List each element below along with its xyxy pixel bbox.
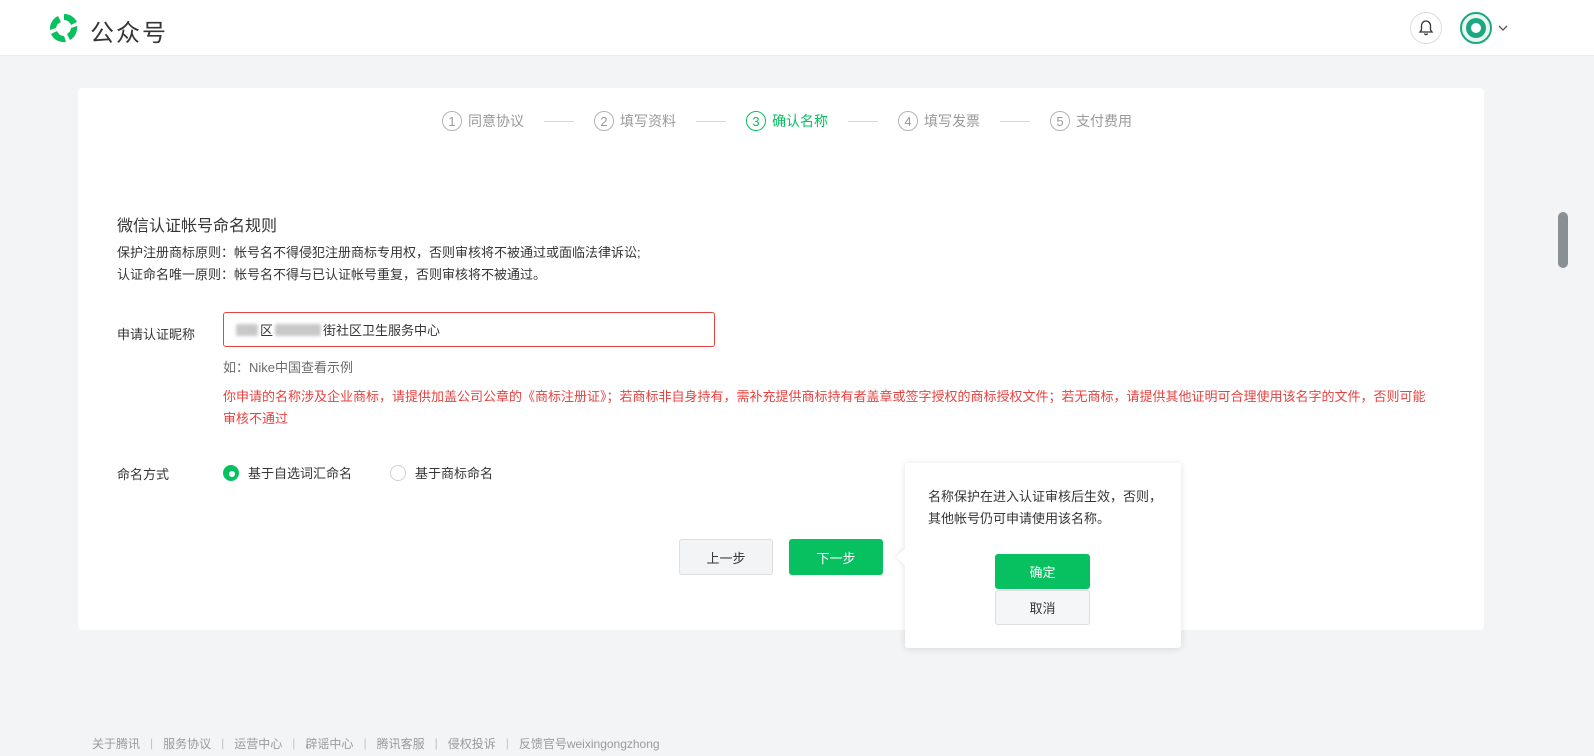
footer-separator: | [434,736,438,750]
naming-rule-trademark: 保护注册商标原则：帐号名不得侵犯注册商标专用权，否则审核将不被通过或面临法律诉讼… [117,245,641,260]
step-divider [1000,120,1030,122]
footer-link-feedback[interactable]: 反馈官号weixingongzhong [519,735,660,752]
step-confirm-name: 3 确认名称 [746,111,828,131]
step-label: 填写发票 [924,113,980,129]
step-number: 3 [746,111,766,131]
step-label: 支付费用 [1076,113,1132,129]
step-label: 确认名称 [772,113,828,129]
naming-rule-unique: 认证命名唯一原则：帐号名不得与已认证帐号重复，否则审核将不被通过。 [117,267,547,282]
radio-label: 基于自选词汇命名 [248,466,353,481]
avatar-image [1466,18,1486,38]
page-scrollbar-thumb[interactable] [1558,212,1568,268]
redacted-text [275,323,322,336]
footer-link-about[interactable]: 关于腾讯 [92,735,140,752]
step-number: 5 [1050,111,1070,131]
step-number: 1 [442,111,462,131]
trademark-warning: 你申请的名称涉及企业商标，请提供加盖公司公章的《商标注册证》；若商标非自身持有，… [223,389,1426,426]
nickname-example-hint[interactable]: 如：Nike中国查看示例 [223,357,353,376]
footer-separator: | [150,736,154,750]
footer-separator: | [505,736,509,750]
page-scrollbar-track[interactable] [1560,56,1572,756]
nickname-value-part1: 区 [260,323,274,338]
radio-button-unchecked[interactable] [390,464,407,481]
footer-link-rumor[interactable]: 辟谣中心 [305,735,353,752]
footer-separator: | [221,736,225,750]
footer-link-complaint[interactable]: 侵权投诉 [448,735,496,752]
bell-icon [1418,20,1434,36]
nickname-value-part2: 街社区卫生服务中心 [323,323,441,338]
footer-separator: | [292,736,296,750]
confirm-button[interactable]: 确定 [995,554,1090,589]
notification-button[interactable] [1410,12,1442,44]
wechat-official-logo-icon[interactable] [46,10,82,46]
step-label: 填写资料 [620,113,676,129]
naming-mode-label: 命名方式 [117,467,170,482]
top-header: 公众号 [0,0,1594,56]
step-fill-info: 2 填写资料 [594,111,676,131]
footer-separator: | [363,736,367,750]
step-divider [544,120,574,122]
chevron-down-icon[interactable] [1497,22,1509,34]
radio-label: 基于商标命名 [415,466,494,481]
next-step-button[interactable]: 下一步 [789,539,883,575]
step-invoice: 4 填写发票 [898,111,980,131]
nickname-label: 申请认证昵称 [117,327,196,342]
prev-step-button[interactable]: 上一步 [679,539,773,575]
step-label: 同意协议 [468,113,524,129]
step-agree: 1 同意协议 [442,111,524,131]
step-number: 2 [594,111,614,131]
popover-message: 名称保护在进入认证审核后生效，否则，其他帐号仍可申请使用该名称。 [928,489,1163,526]
step-indicator: 1 同意协议 2 填写资料 3 确认名称 4 填写发票 5 支付费用 [442,110,1132,132]
step-divider [696,120,726,122]
radio-button-checked[interactable] [223,464,239,481]
footer-link-service[interactable]: 服务协议 [163,735,211,752]
step-divider [848,120,878,122]
cancel-button[interactable]: 取消 [995,590,1090,625]
account-avatar[interactable] [1460,12,1492,44]
brand-title[interactable]: 公众号 [90,13,168,48]
footer-link-operations[interactable]: 运营中心 [234,735,282,752]
step-number: 4 [898,111,918,131]
footer-links: 关于腾讯 | 服务协议 | 运营中心 | 辟谣中心 | 腾讯客服 | 侵权投诉 … [92,733,660,753]
footer-link-support[interactable]: 腾讯客服 [377,735,425,752]
nickname-input[interactable]: 区 街社区卫生服务中心 [223,312,715,347]
redacted-text [236,323,258,336]
radio-trademark[interactable]: 基于商标命名 [390,463,493,482]
radio-custom-words[interactable]: 基于自选词汇命名 [223,463,352,482]
naming-mode-radio-group: 基于自选词汇命名 基于商标命名 [223,463,531,482]
step-payment: 5 支付费用 [1050,111,1132,131]
naming-rules-title: 微信认证帐号命名规则 [117,218,278,235]
